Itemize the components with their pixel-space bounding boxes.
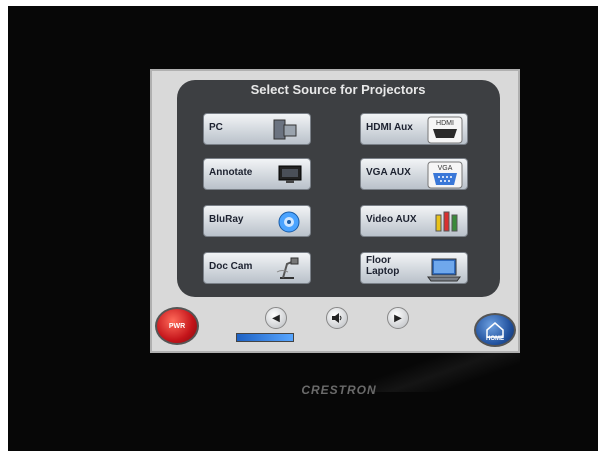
- home-label: HOME: [486, 336, 504, 342]
- left-arrow-icon: ◀: [272, 312, 280, 324]
- source-label: Doc Cam: [209, 261, 253, 272]
- source-label: Video AUX: [366, 214, 417, 225]
- source-button-bluray[interactable]: BluRay: [203, 205, 311, 237]
- source-button-video-aux[interactable]: Video AUX: [360, 205, 468, 237]
- source-button-annotate[interactable]: Annotate: [203, 158, 311, 190]
- source-label: BluRay: [209, 214, 244, 225]
- power-button[interactable]: PWR: [155, 307, 199, 345]
- speaker-icon: [332, 313, 342, 323]
- mute-button[interactable]: [326, 307, 348, 329]
- home-button[interactable]: HOME: [474, 313, 516, 347]
- source-label: Annotate: [209, 167, 253, 178]
- vga-icon-text: VGA: [438, 165, 453, 172]
- volume-fill: [237, 334, 293, 341]
- rca-jacks-icon: [435, 211, 458, 232]
- source-button-floor-laptop[interactable]: Floor Laptop: [360, 252, 468, 284]
- panel-title: Select Source for Projectors: [250, 82, 426, 97]
- prev-button[interactable]: ◀: [265, 307, 287, 329]
- volume-bar: [236, 333, 294, 342]
- next-button[interactable]: ▶: [387, 307, 409, 329]
- source-button-pc[interactable]: PC: [203, 113, 311, 145]
- brand-label: CRESTRON: [301, 383, 377, 397]
- pc-tower-icon: [273, 119, 297, 140]
- right-arrow-icon: ▶: [394, 312, 402, 324]
- source-label: Floor Laptop: [366, 255, 400, 277]
- hdmi-icon-text: HDMI: [436, 120, 454, 127]
- hdmi-port-icon: HDMI: [427, 116, 463, 144]
- laptop-icon: [427, 258, 461, 282]
- source-label: PC: [209, 122, 223, 133]
- source-label: VGA AUX: [366, 167, 411, 178]
- source-button-doc-cam[interactable]: Doc Cam: [203, 252, 311, 284]
- source-label: HDMI Aux: [366, 122, 413, 133]
- document-camera-icon: [276, 257, 299, 279]
- disc-icon: [278, 211, 300, 233]
- vga-port-icon: VGA: [427, 161, 463, 189]
- source-button-vga-aux[interactable]: VGA AUX VGA: [360, 158, 468, 190]
- source-button-hdmi-aux[interactable]: HDMI Aux HDMI: [360, 113, 468, 145]
- monitor-icon: [278, 165, 302, 183]
